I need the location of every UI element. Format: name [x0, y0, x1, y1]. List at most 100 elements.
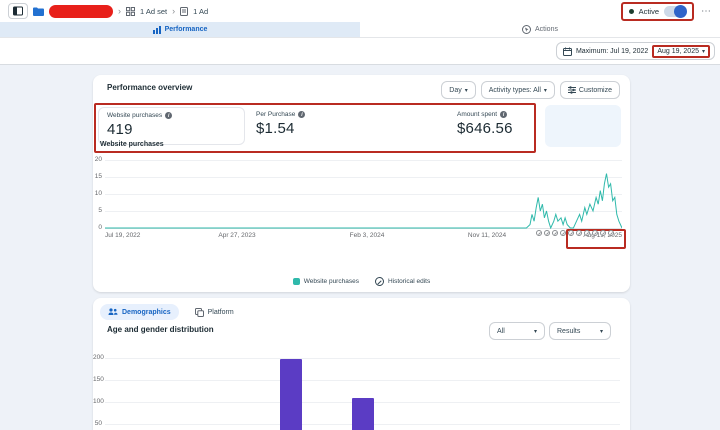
x-tick-label: Jul 19, 2022 — [105, 232, 140, 239]
pencil-circle-icon — [375, 277, 384, 286]
y-tick-label: 20 — [93, 156, 102, 163]
bar-chart-icon — [153, 26, 161, 34]
historical-edit-marker-icon[interactable] — [536, 230, 542, 236]
metric-per-purchase[interactable]: Per Purchasei $1.54 — [256, 107, 305, 141]
date-range-selector[interactable]: Maximum: Jul 19, 2022 Aug 19, 2025 ▾ — [556, 42, 715, 60]
y-tick-label: 15 — [93, 173, 102, 180]
bar[interactable] — [280, 359, 302, 430]
chevron-down-icon: ▾ — [465, 87, 468, 94]
y-tick-label: 5 — [93, 207, 102, 214]
activity-types-label: Activity types: All — [489, 87, 541, 94]
y-tick-label: 50 — [93, 420, 102, 427]
y-tick-label: 0 — [93, 224, 102, 231]
top-right-controls: Active ⋯ — [621, 2, 712, 21]
historical-edit-marker-icon[interactable] — [584, 230, 590, 236]
age-gender-title: Age and gender distribution — [107, 325, 214, 334]
chevron-down-icon: ▾ — [544, 87, 547, 94]
chevron-down-icon: ▾ — [702, 48, 705, 55]
historical-edit-marker-icon[interactable] — [592, 230, 598, 236]
tab-demographics[interactable]: Demographics — [100, 304, 179, 320]
platform-icon — [195, 308, 204, 317]
breadcrumb: › 1 Ad set › 1 Ad — [8, 3, 208, 19]
active-toggle[interactable] — [664, 6, 686, 17]
x-tick-label: Nov 11, 2024 — [457, 232, 517, 239]
metric-value: 419 — [107, 121, 236, 138]
tab-performance-label: Performance — [165, 26, 208, 33]
gridline — [105, 358, 620, 359]
status-dot-icon — [629, 9, 634, 14]
metric-filter-value: Results — [557, 328, 580, 335]
legend-historical-edits: Historical edits — [375, 277, 430, 286]
historical-edit-marker-icon[interactable] — [576, 230, 582, 236]
active-status-annotation: Active — [621, 2, 694, 21]
metric-filter-dropdown[interactable]: Results ▾ — [549, 322, 611, 340]
breadcrumb-ad-set[interactable]: 1 Ad set — [140, 7, 167, 16]
metric-label: Per Purchase — [256, 111, 295, 118]
activity-types-dropdown[interactable]: Activity types: All ▾ — [481, 81, 555, 99]
tab-demographics-label: Demographics — [122, 309, 171, 316]
tab-performance[interactable]: Performance — [0, 22, 360, 37]
chevron-down-icon: ▾ — [534, 328, 537, 335]
people-icon — [108, 308, 118, 316]
metric-website-purchases[interactable]: Website purchasesi 419 — [98, 107, 245, 145]
historical-edit-marker-icon[interactable] — [600, 230, 606, 236]
info-icon[interactable]: i — [165, 112, 172, 119]
calendar-icon — [563, 47, 572, 56]
historical-edit-marker-icon[interactable] — [608, 230, 614, 236]
line-chart-title: Website purchases — [100, 141, 164, 148]
top-bar: › 1 Ad set › 1 Ad Active ⋯ — [0, 0, 720, 22]
metric-amount-spent[interactable]: Amount spenti $646.56 — [457, 107, 513, 141]
sidebar-toggle-button[interactable] — [8, 3, 28, 19]
info-icon[interactable]: i — [500, 111, 507, 118]
date-end-value: Aug 19, 2025 — [657, 48, 699, 55]
historical-edit-marker-icon[interactable] — [568, 230, 574, 236]
chevron-down-icon: ▾ — [600, 328, 603, 335]
tab-platform[interactable]: Platform — [187, 304, 242, 320]
performance-overview-card: Performance overview Day ▾ Activity type… — [93, 75, 630, 292]
panel-icon — [13, 6, 23, 16]
breadcrumb-ad[interactable]: 1 Ad — [193, 7, 208, 16]
legend-label: Website purchases — [304, 278, 359, 285]
chart-controls: Day ▾ Activity types: All ▾ Customize — [441, 81, 620, 99]
more-options-icon[interactable]: ⋯ — [701, 6, 712, 17]
demographics-card: Demographics Platform Age and gender dis… — [93, 298, 630, 430]
bar[interactable] — [352, 398, 374, 430]
historical-edit-marker-icon[interactable] — [544, 230, 550, 236]
y-tick-label: 10 — [93, 190, 102, 197]
historical-edit-markers[interactable] — [536, 230, 614, 236]
y-tick-label: 200 — [93, 354, 102, 361]
day-dropdown-label: Day — [449, 87, 461, 94]
tab-platform-label: Platform — [208, 309, 234, 316]
legend-label: Historical edits — [388, 278, 430, 285]
metric-value: $646.56 — [457, 120, 513, 137]
toggle-knob — [674, 5, 687, 18]
info-icon[interactable]: i — [298, 111, 305, 118]
tab-actions[interactable]: Actions — [360, 22, 720, 37]
metric-label: Amount spent — [457, 111, 497, 118]
gender-filter-dropdown[interactable]: All ▾ — [489, 322, 545, 340]
metric-label: Website purchases — [107, 112, 162, 119]
date-filter-bar: Maximum: Jul 19, 2022 Aug 19, 2025 ▾ — [0, 38, 720, 65]
x-tick-label: Feb 3, 2024 — [337, 232, 397, 239]
empty-metric-slot — [545, 105, 621, 147]
breakdown-tabs: Demographics Platform — [100, 304, 242, 320]
y-tick-label: 150 — [93, 376, 102, 383]
historical-edit-marker-icon[interactable] — [552, 230, 558, 236]
campaign-name-redacted[interactable] — [49, 5, 113, 18]
ads-manager-screen: › 1 Ad set › 1 Ad Active ⋯ Performance A… — [0, 0, 720, 430]
historical-edit-marker-icon[interactable] — [560, 230, 566, 236]
gender-filter-value: All — [497, 328, 505, 335]
y-tick-label: 100 — [93, 398, 102, 405]
breadcrumb-separator-icon: › — [118, 7, 121, 16]
customize-label: Customize — [579, 87, 612, 94]
performance-overview-title: Performance overview — [107, 83, 192, 92]
tab-actions-label: Actions — [535, 26, 558, 33]
sliders-icon — [568, 86, 576, 94]
day-dropdown[interactable]: Day ▾ — [441, 81, 475, 99]
customize-button[interactable]: Customize — [560, 81, 620, 99]
date-range-prefix: Maximum: Jul 19, 2022 — [576, 48, 648, 55]
status-label: Active — [639, 7, 659, 16]
folder-icon — [33, 7, 44, 16]
purchases-line-chart[interactable] — [105, 160, 622, 229]
actions-cursor-icon — [522, 25, 531, 34]
